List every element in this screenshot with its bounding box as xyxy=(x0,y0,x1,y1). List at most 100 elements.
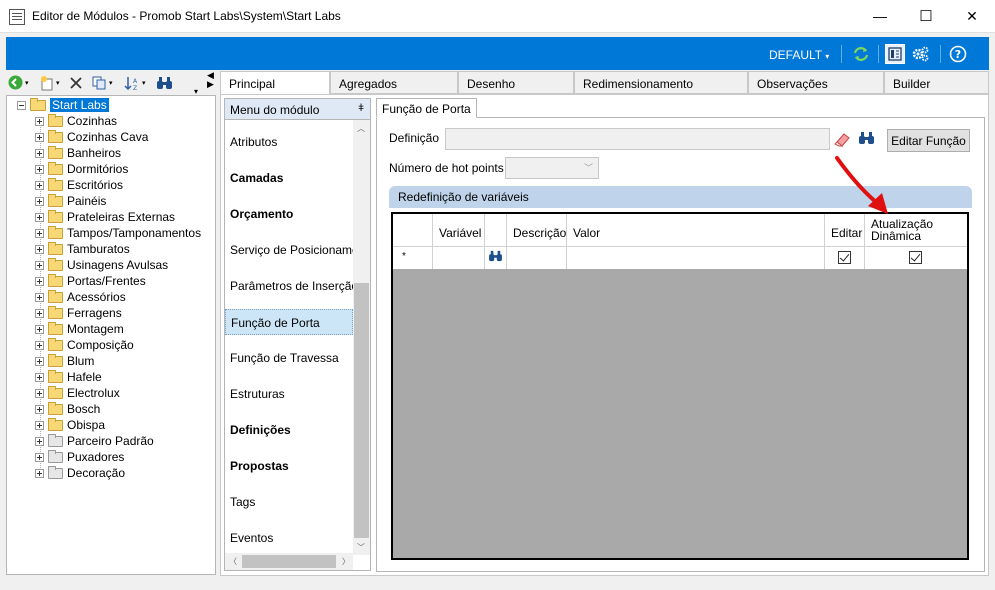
tree-item[interactable]: Cozinhas Cava xyxy=(35,129,148,145)
tree-item[interactable]: Obispa xyxy=(35,417,105,433)
tree-item[interactable]: Cozinhas xyxy=(35,113,117,129)
cell-editar[interactable] xyxy=(825,247,865,269)
tree-item[interactable]: Decoração xyxy=(35,465,125,481)
eraser-icon[interactable] xyxy=(833,130,853,148)
tree-item[interactable]: Ferragens xyxy=(35,305,122,321)
menu-item[interactable]: Propostas xyxy=(225,453,353,479)
delete-icon[interactable] xyxy=(69,74,83,91)
expand-icon[interactable] xyxy=(35,420,44,430)
expand-icon[interactable] xyxy=(35,468,44,478)
tree-item[interactable]: Prateleiras Externas xyxy=(35,209,175,225)
help-icon[interactable]: ? xyxy=(948,44,968,64)
layout-panel-icon[interactable] xyxy=(885,44,905,64)
menu-item[interactable]: Orçamento xyxy=(225,201,353,227)
tab-agregados[interactable]: Agregados xyxy=(330,71,458,94)
collapse-icon[interactable] xyxy=(17,100,26,110)
close-button[interactable]: ✕ xyxy=(949,0,995,32)
tree-item[interactable]: Composição xyxy=(35,337,134,353)
expand-icon[interactable] xyxy=(35,196,44,206)
scrollbar-thumb[interactable] xyxy=(242,555,336,568)
add-green-icon[interactable]: ▾ xyxy=(8,74,29,91)
menu-item[interactable]: Estruturas xyxy=(225,381,353,407)
tree-item[interactable]: Puxadores xyxy=(35,449,124,465)
sort-icon[interactable]: AZ ▾ xyxy=(124,74,146,91)
expand-icon[interactable] xyxy=(35,372,44,382)
atualizacao-dinamica-checkbox[interactable] xyxy=(909,251,922,264)
menu-item[interactable]: Função de Travessa xyxy=(225,345,353,371)
copy-icon[interactable]: ▾ xyxy=(91,74,113,91)
tree-root[interactable]: Start Labs xyxy=(17,97,109,113)
settings-gears-icon[interactable] xyxy=(910,44,930,64)
refresh-icon[interactable] xyxy=(851,44,871,64)
expand-icon[interactable] xyxy=(35,308,44,318)
tree-item[interactable]: Dormitórios xyxy=(35,161,128,177)
expand-icon[interactable] xyxy=(35,324,44,334)
minimize-button[interactable]: — xyxy=(857,0,903,32)
search-binoculars-icon[interactable] xyxy=(485,247,507,269)
profile-dropdown[interactable]: DEFAULT ▾ xyxy=(769,48,829,62)
menu-item[interactable]: Atributos xyxy=(225,129,353,155)
module-tree[interactable]: Start Labs Cozinhas Cozinhas Cava Banheiro… xyxy=(6,95,216,575)
menu-item[interactable]: Tags xyxy=(225,489,353,515)
cell-variavel[interactable] xyxy=(433,247,485,269)
expand-icon[interactable] xyxy=(35,388,44,398)
scrollbar-thumb[interactable] xyxy=(354,283,369,538)
tab-desenho[interactable]: Desenho xyxy=(458,71,574,94)
menu-item[interactable]: Serviço de Posicionamento xyxy=(225,237,353,263)
edit-function-button[interactable]: Editar Função xyxy=(887,129,970,152)
menu-item[interactable]: Função de Porta xyxy=(225,309,353,335)
tree-item[interactable]: Acessórios xyxy=(35,289,126,305)
tree-item[interactable]: Escritórios xyxy=(35,177,123,193)
column-variavel[interactable]: Variável xyxy=(433,214,485,246)
cell-valor[interactable] xyxy=(567,247,825,269)
tab-builder[interactable]: Builder xyxy=(884,71,989,94)
expand-icon[interactable] xyxy=(35,436,44,446)
horizontal-scrollbar[interactable]: 〈 〉 xyxy=(225,553,353,570)
pin-icon[interactable]: ǂ xyxy=(358,103,364,114)
menu-item[interactable]: Camadas xyxy=(225,165,353,191)
scroll-up-icon[interactable]: ︿ xyxy=(357,123,365,134)
search-binoculars-icon[interactable] xyxy=(858,131,878,149)
tree-item[interactable]: Bosch xyxy=(35,401,100,417)
tree-item[interactable]: Tampos/Tamponamentos xyxy=(35,225,201,241)
expand-icon[interactable] xyxy=(35,132,44,142)
expand-icon[interactable] xyxy=(35,180,44,190)
new-item-icon[interactable]: ▾ xyxy=(39,74,60,91)
definition-field[interactable] xyxy=(445,128,830,150)
search-binoculars-icon[interactable] xyxy=(156,74,173,91)
menu-item[interactable]: Parâmetros de Inserção xyxy=(225,273,353,299)
tree-item[interactable]: Hafele xyxy=(35,369,102,385)
hotpoints-select[interactable]: ﹀ xyxy=(505,157,599,179)
vertical-scrollbar[interactable]: ︿ ﹀ xyxy=(353,120,370,555)
splitter-toggle[interactable]: ◀ ▶ xyxy=(207,71,217,91)
expand-icon[interactable] xyxy=(35,228,44,238)
variables-grid[interactable]: Variável Descrição Valor Editar Atualiza… xyxy=(391,212,969,560)
scroll-right-icon[interactable]: 〉 xyxy=(342,556,350,567)
expand-icon[interactable] xyxy=(35,356,44,366)
tree-item[interactable]: Tamburatos xyxy=(35,241,130,257)
menu-item[interactable]: Eventos xyxy=(225,525,353,551)
cell-descricao[interactable] xyxy=(507,247,567,269)
expand-icon[interactable] xyxy=(35,244,44,254)
expand-icon[interactable] xyxy=(35,164,44,174)
scroll-left-icon[interactable]: 〈 xyxy=(229,556,237,567)
scroll-down-icon[interactable]: ﹀ xyxy=(357,542,365,553)
tree-item[interactable]: Painéis xyxy=(35,193,106,209)
maximize-button[interactable]: ☐ xyxy=(903,0,949,32)
expand-icon[interactable] xyxy=(35,260,44,270)
expand-icon[interactable] xyxy=(35,276,44,286)
tab-principal[interactable]: Principal xyxy=(220,71,330,95)
expand-icon[interactable] xyxy=(35,292,44,302)
tree-item[interactable]: Blum xyxy=(35,353,94,369)
expand-icon[interactable] xyxy=(35,212,44,222)
table-row[interactable]: * xyxy=(393,247,967,269)
tree-item[interactable]: Montagem xyxy=(35,321,124,337)
expand-icon[interactable] xyxy=(35,452,44,462)
editar-checkbox[interactable] xyxy=(838,251,851,264)
expand-icon[interactable] xyxy=(35,148,44,158)
tree-item[interactable]: Parceiro Padrão xyxy=(35,433,154,449)
expand-icon[interactable] xyxy=(35,340,44,350)
column-descricao[interactable]: Descrição xyxy=(507,214,567,246)
column-valor[interactable]: Valor xyxy=(567,214,825,246)
expand-icon[interactable] xyxy=(35,116,44,126)
